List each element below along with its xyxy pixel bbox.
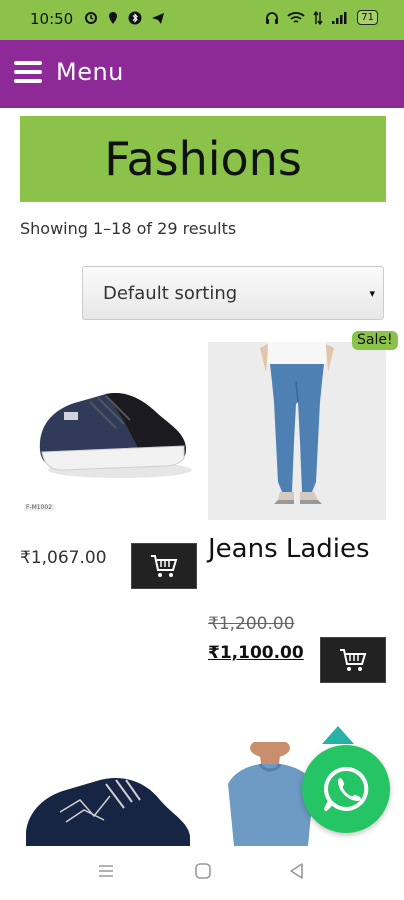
system-nav-bar [0, 846, 404, 900]
menu-button[interactable]: Menu [14, 58, 124, 86]
data-icon [313, 10, 323, 25]
product-sale-price: ₹1,100.00 [208, 643, 304, 663]
whatsapp-button[interactable] [302, 745, 390, 833]
status-time: 10:50 [30, 10, 74, 28]
status-bar: 10:50 71 [0, 0, 404, 40]
add-to-cart-button[interactable] [131, 543, 197, 589]
category-banner: Fashions [20, 116, 386, 202]
alarm-icon [85, 12, 97, 24]
battery-indicator: 71 [357, 10, 378, 25]
jeans-illustration [208, 342, 386, 520]
scroll-top-indicator[interactable] [322, 726, 354, 744]
signal-icon [332, 11, 347, 24]
status-left-icons [84, 11, 165, 25]
location-icon [109, 12, 117, 24]
product-image-shoe[interactable]: F-M1002 [20, 342, 198, 518]
telegram-icon [152, 13, 164, 24]
image-tag: F-M1002 [24, 504, 55, 511]
shoe-illustration [39, 392, 192, 478]
chevron-down-icon: ▾ [369, 286, 375, 300]
add-to-cart-button[interactable] [320, 637, 386, 683]
product-title[interactable]: Jeans Ladies [208, 533, 378, 566]
sale-badge: Sale! [352, 331, 398, 350]
product-image-shoe-2[interactable] [20, 760, 198, 846]
product-price: ₹1,067.00 [20, 548, 107, 568]
bluetooth-icon [128, 11, 142, 25]
hamburger-icon [14, 61, 42, 83]
status-right-icons: 71 [265, 10, 378, 25]
nav-home-icon[interactable] [194, 862, 212, 880]
whatsapp-icon [324, 766, 369, 811]
nav-back-icon[interactable] [288, 862, 306, 880]
page-title: Fashions [104, 132, 302, 186]
sort-select[interactable]: Default sorting ▾ [82, 266, 384, 320]
results-count: Showing 1–18 of 29 results [20, 219, 237, 238]
headphones-icon [266, 11, 279, 24]
wifi-icon [287, 11, 305, 23]
cart-icon [151, 555, 178, 577]
shoe-illustration [26, 778, 190, 846]
product-image-jeans[interactable] [208, 342, 386, 520]
sort-selected-value: Default sorting [103, 282, 238, 304]
product-old-price: ₹1,200.00 [208, 614, 295, 634]
menu-label: Menu [56, 58, 124, 86]
nav-recents-icon[interactable] [97, 862, 115, 880]
top-app-bar: Menu [0, 40, 404, 108]
cart-icon [340, 649, 367, 671]
